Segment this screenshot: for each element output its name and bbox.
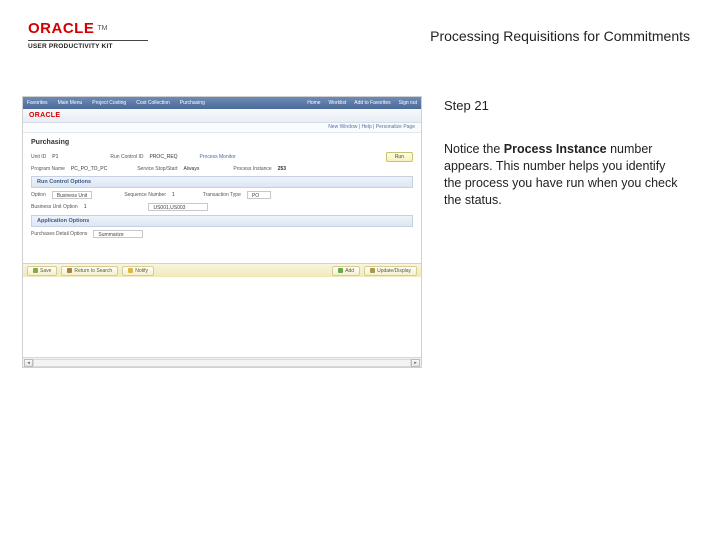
save-button: Save bbox=[27, 266, 57, 276]
label-program-name: Program Name bbox=[31, 166, 65, 172]
step-label: Step 21 bbox=[444, 98, 692, 113]
label-option: Option bbox=[31, 192, 46, 198]
val-unit-id: P1 bbox=[52, 154, 58, 160]
return-label: Return to Search bbox=[74, 268, 112, 274]
menu-main: Main Menu bbox=[58, 100, 83, 106]
input-option: Business Unit bbox=[52, 191, 93, 199]
page-title: Processing Requisitions for Commitments bbox=[430, 20, 692, 44]
menu-favorites: Favorites bbox=[27, 100, 48, 106]
menu-signout: Sign out bbox=[399, 100, 417, 106]
menu-home: Home bbox=[307, 100, 320, 106]
notify-button: Notify bbox=[122, 266, 154, 276]
val-seq: 1 bbox=[172, 192, 175, 198]
update-icon bbox=[370, 268, 375, 273]
label-trx-type: Transaction Type bbox=[203, 192, 241, 198]
app-menubar: Favorites Main Menu Project Costing Cost… bbox=[23, 97, 421, 109]
app-oracle-logo: ORACLE bbox=[29, 112, 60, 119]
label-unit-id: Unit ID bbox=[31, 154, 46, 160]
label-process-instance: Process Instance bbox=[233, 166, 271, 172]
horizontal-scrollbar: ◂ ▸ bbox=[23, 357, 421, 367]
input-trx-type: PO bbox=[247, 191, 271, 199]
scroll-right-icon: ▸ bbox=[411, 359, 420, 367]
update-label: Update/Display bbox=[377, 268, 411, 274]
save-icon bbox=[33, 268, 38, 273]
scroll-left-icon: ◂ bbox=[24, 359, 33, 367]
oracle-brand-text: ORACLE bbox=[28, 20, 94, 37]
scroll-track bbox=[33, 359, 411, 367]
val-program-name: PC_PO_TO_PC bbox=[71, 166, 107, 172]
add-label: Add bbox=[345, 268, 354, 274]
input-purch-detail: Summarize bbox=[93, 230, 143, 238]
val-run-control: PROC_REQ bbox=[149, 154, 177, 160]
label-run-control: Run Control ID bbox=[110, 154, 143, 160]
input-bu-list: US001,US003 bbox=[148, 203, 208, 211]
upk-subtitle: USER PRODUCTIVITY KIT bbox=[28, 40, 148, 50]
label-purch-detail: Purchases Detail Options bbox=[31, 231, 87, 237]
update-button: Update/Display bbox=[364, 266, 417, 276]
return-button: Return to Search bbox=[61, 266, 118, 276]
menu-cost-collection: Cost Collection bbox=[136, 100, 170, 106]
save-label: Save bbox=[40, 268, 51, 274]
app-breadcrumbs: New Window | Help | Personalize Page bbox=[23, 123, 421, 133]
label-service: Service Stop/Start bbox=[137, 166, 177, 172]
val-process-instance: 253 bbox=[278, 166, 286, 172]
section-heading: Purchasing bbox=[31, 139, 413, 146]
label-bu-option: Business Unit Option bbox=[31, 204, 78, 210]
group-run-control-options: Run Control Options bbox=[31, 176, 413, 188]
run-button: Run bbox=[386, 152, 413, 162]
trademark-symbol: TM bbox=[97, 25, 107, 32]
app-logobar: ORACLE bbox=[23, 109, 421, 123]
val-service: Always bbox=[184, 166, 200, 172]
instruction-pre: Notice the bbox=[444, 142, 504, 156]
menu-worklist: Worklist bbox=[329, 100, 347, 106]
notify-icon bbox=[128, 268, 133, 273]
instruction-bold: Process Instance bbox=[504, 142, 607, 156]
add-icon bbox=[338, 268, 343, 273]
return-icon bbox=[67, 268, 72, 273]
menu-purchasing: Purchasing bbox=[180, 100, 205, 106]
oracle-upk-logo: ORACLE TM USER PRODUCTIVITY KIT bbox=[28, 20, 148, 50]
app-toolbar: Save Return to Search Notify Add Update/… bbox=[23, 263, 421, 277]
link-process-monitor: Process Monitor bbox=[200, 154, 236, 160]
embedded-app-screenshot: Favorites Main Menu Project Costing Cost… bbox=[22, 96, 422, 368]
instruction-text: Notice the Process Instance number appea… bbox=[444, 141, 684, 209]
menu-add-favorites: Add to Favorites bbox=[354, 100, 390, 106]
label-seq: Sequence Number bbox=[124, 192, 166, 198]
group-application-options: Application Options bbox=[31, 215, 413, 227]
menu-project-costing: Project Costing bbox=[92, 100, 126, 106]
notify-label: Notify bbox=[135, 268, 148, 274]
add-button: Add bbox=[332, 266, 360, 276]
val-bu-option: 1 bbox=[84, 204, 87, 210]
